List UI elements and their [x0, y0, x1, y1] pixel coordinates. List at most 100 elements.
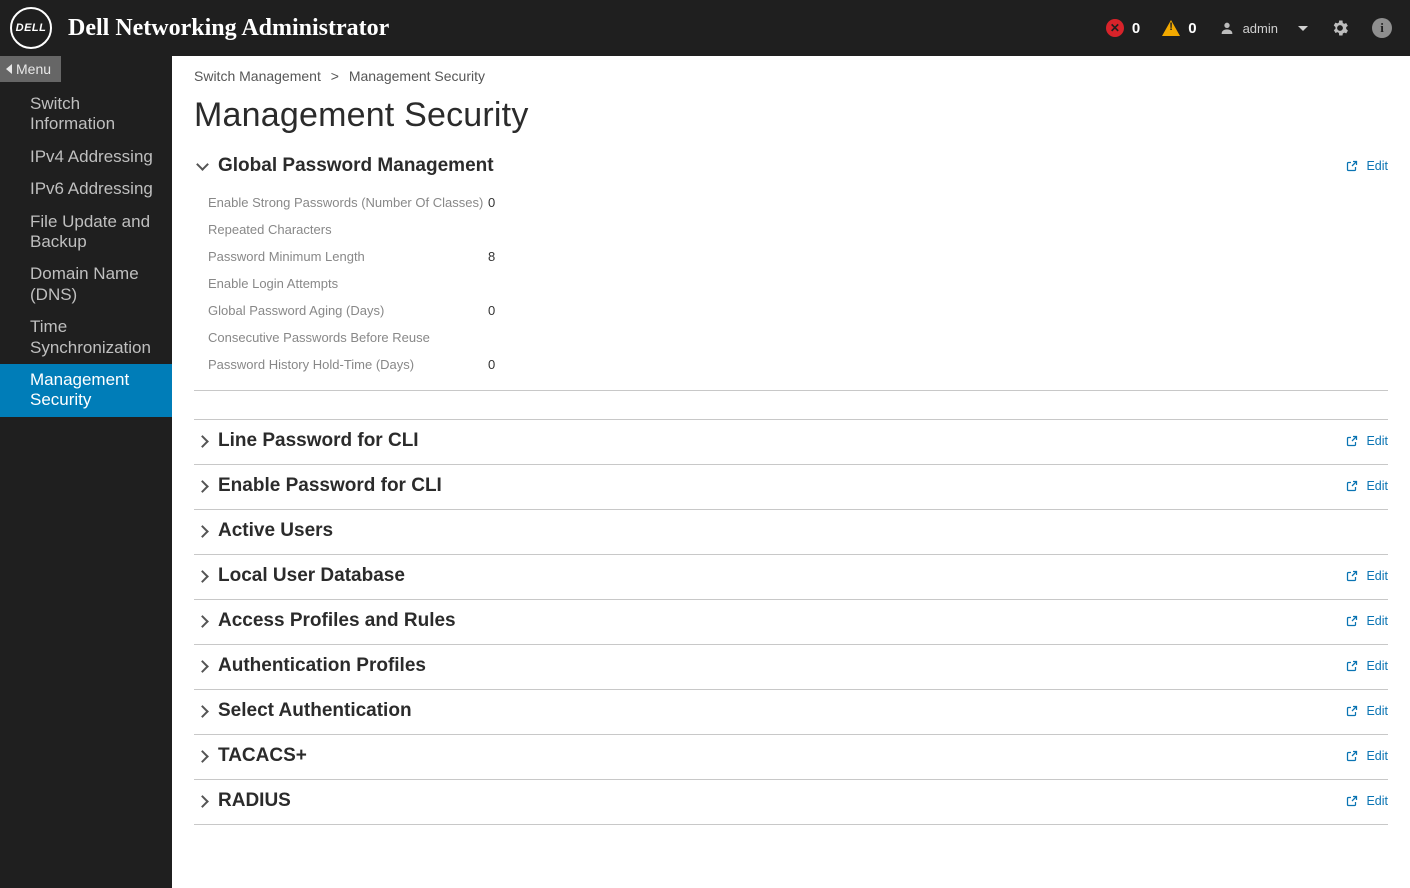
section-title: Active Users: [218, 520, 333, 542]
section-header[interactable]: Enable Password for CLIEdit: [194, 465, 1388, 509]
popout-icon[interactable]: [1346, 750, 1358, 762]
section-header[interactable]: Local User Database Edit: [194, 555, 1388, 599]
sidebar-item-label: Domain Name (DNS): [30, 264, 139, 303]
breadcrumb-root[interactable]: Switch Management: [194, 68, 321, 84]
chevron-left-icon: [6, 64, 12, 74]
field-label: Password Minimum Length: [208, 249, 488, 264]
section-actions: Edit: [1346, 434, 1388, 448]
section: Access Profiles and Rules Edit: [194, 600, 1388, 645]
section-header[interactable]: Line Password for CLI Edit: [194, 420, 1388, 464]
popout-icon[interactable]: [1346, 615, 1358, 627]
section: Active Users: [194, 510, 1388, 555]
field-list: Enable Strong Passwords (Number Of Class…: [194, 189, 1388, 390]
sidebar-item[interactable]: Domain Name (DNS): [0, 258, 172, 311]
edit-link[interactable]: Edit: [1366, 569, 1388, 583]
section: Global Password Management Edit Enable Str…: [194, 145, 1388, 391]
sidebar-item-label: Switch Information: [30, 94, 115, 133]
popout-icon[interactable]: [1346, 795, 1358, 807]
settings-button[interactable]: [1330, 18, 1350, 38]
field-row: Password Minimum Length8: [208, 243, 1388, 270]
chevron-right-icon: [194, 617, 210, 626]
sidebar-item-label: Time Synchronization: [30, 317, 151, 356]
popout-icon[interactable]: [1346, 705, 1358, 717]
section-title: RADIUS: [218, 790, 291, 812]
sidebar-item-label: IPv6 Addressing: [30, 179, 153, 198]
section-header[interactable]: Authentication Profiles Edit: [194, 645, 1388, 689]
section-header[interactable]: TACACS+ Edit: [194, 735, 1388, 779]
edit-link[interactable]: Edit: [1366, 434, 1388, 448]
chevron-right-icon: [194, 797, 210, 806]
chevron-right-icon: [194, 662, 210, 671]
caret-down-icon: [1298, 26, 1308, 31]
section-header[interactable]: Select Authentication Edit: [194, 690, 1388, 734]
field-value: 0: [488, 303, 495, 318]
sidebar-item[interactable]: IPv4 Addressing: [0, 141, 172, 173]
field-row: Repeated Characters: [208, 216, 1388, 243]
chevron-right-icon: [194, 482, 210, 491]
field-label: Enable Login Attempts: [208, 276, 488, 291]
section-title: Authentication Profiles: [218, 655, 426, 677]
sidebar-item[interactable]: Management Security: [0, 364, 172, 417]
sidebar-item[interactable]: IPv6 Addressing: [0, 173, 172, 205]
sidebar: Menu Switch Information IPv4 Addressing IP…: [0, 56, 172, 888]
dell-logo: DELL: [10, 7, 52, 49]
section-header[interactable]: Access Profiles and Rules Edit: [194, 600, 1388, 644]
user-icon: [1219, 20, 1235, 36]
section-title: Global Password Management: [218, 155, 494, 177]
section-actions: Edit: [1346, 614, 1388, 628]
field-label: Consecutive Passwords Before Reuse: [208, 330, 488, 345]
error-icon: ✕: [1106, 19, 1124, 37]
sidebar-item[interactable]: Switch Information: [0, 88, 172, 141]
section: Select Authentication Edit: [194, 690, 1388, 735]
page-title: Management Security: [194, 96, 1388, 135]
edit-link[interactable]: Edit: [1366, 749, 1388, 763]
section-title: TACACS+: [218, 745, 307, 767]
popout-icon[interactable]: [1346, 160, 1358, 172]
section-title: Access Profiles and Rules: [218, 610, 456, 632]
field-row: Enable Login Attempts: [208, 270, 1388, 297]
sidebar-item[interactable]: File Update and Backup: [0, 206, 172, 259]
field-row: Password History Hold-Time (Days)0: [208, 351, 1388, 378]
popout-icon[interactable]: [1346, 480, 1358, 492]
edit-link[interactable]: Edit: [1366, 159, 1388, 173]
chevron-right-icon: [194, 437, 210, 446]
section-actions: Edit: [1346, 794, 1388, 808]
section-header[interactable]: RADIUS Edit: [194, 780, 1388, 824]
warning-indicator[interactable]: 0: [1162, 20, 1196, 37]
warning-icon: [1162, 20, 1180, 36]
sidebar-item-label: Management Security: [30, 370, 129, 409]
sidebar-item[interactable]: Time Synchronization: [0, 311, 172, 364]
sidebar-item-label: File Update and Backup: [30, 212, 150, 251]
field-value: 8: [488, 249, 495, 264]
edit-link[interactable]: Edit: [1366, 704, 1388, 718]
warning-count: 0: [1188, 20, 1196, 37]
chevron-right-icon: [194, 572, 210, 581]
username: admin: [1243, 21, 1278, 36]
section-title: Local User Database: [218, 565, 405, 587]
section-title: Line Password for CLI: [218, 430, 419, 452]
sidebar-item-label: IPv4 Addressing: [30, 147, 153, 166]
field-row: Enable Strong Passwords (Number Of Class…: [208, 189, 1388, 216]
error-indicator[interactable]: ✕ 0: [1106, 19, 1140, 37]
popout-icon[interactable]: [1346, 570, 1358, 582]
edit-link[interactable]: Edit: [1366, 659, 1388, 673]
menu-collapse-button[interactable]: Menu: [0, 56, 61, 82]
breadcrumb: Switch Management > Management Security: [194, 56, 1388, 92]
chevron-down-icon: [194, 162, 210, 171]
user-menu[interactable]: admin: [1219, 20, 1308, 36]
section-header[interactable]: Active Users: [194, 510, 1388, 554]
edit-link[interactable]: Edit: [1366, 614, 1388, 628]
info-button[interactable]: i: [1372, 18, 1392, 38]
popout-icon[interactable]: [1346, 435, 1358, 447]
edit-link[interactable]: Edit: [1366, 794, 1388, 808]
field-label: Enable Strong Passwords (Number Of Class…: [208, 195, 488, 210]
app-title: Dell Networking Administrator: [68, 15, 389, 42]
section-title: Select Authentication: [218, 700, 412, 722]
edit-link[interactable]: Edit: [1366, 479, 1388, 493]
section-actions: Edit: [1346, 659, 1388, 673]
field-label: Password History Hold-Time (Days): [208, 357, 488, 372]
section-header[interactable]: Global Password Management Edit: [194, 145, 1388, 189]
section: RADIUS Edit: [194, 780, 1388, 825]
field-label: Repeated Characters: [208, 222, 488, 237]
popout-icon[interactable]: [1346, 660, 1358, 672]
